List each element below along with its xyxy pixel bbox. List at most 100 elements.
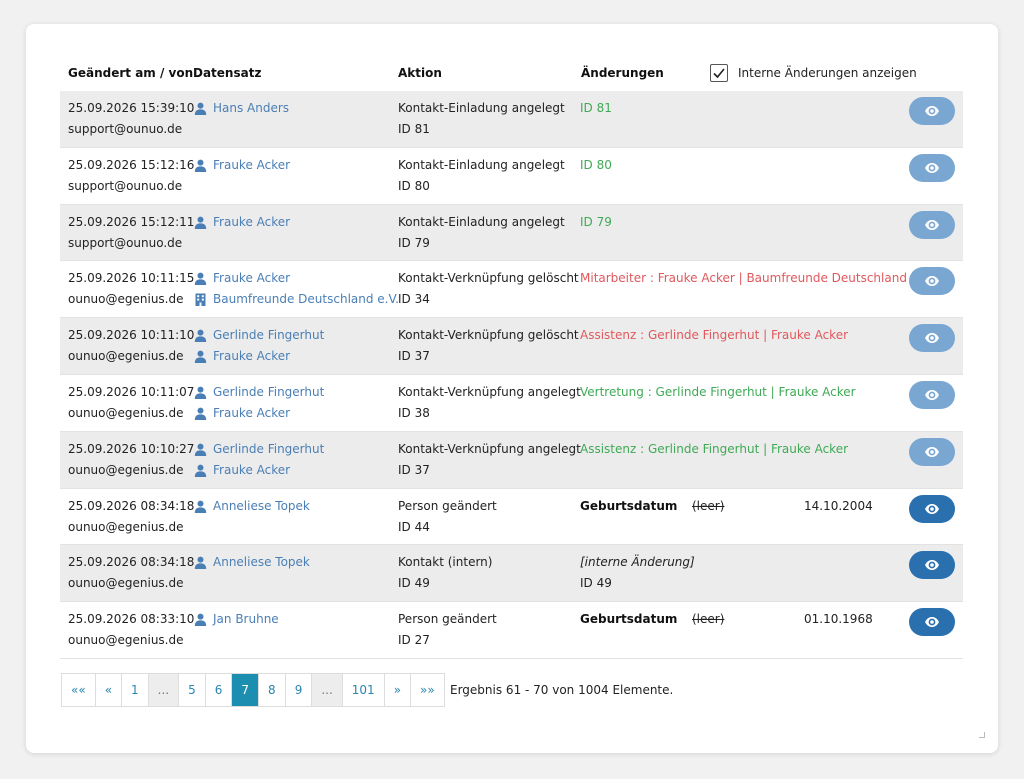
changed-cell: 25.09.2026 08:34:18 ounuo@egenius.de [68,496,194,538]
record-name[interactable]: Frauke Acker [213,212,290,233]
record-name[interactable]: Gerlinde Fingerhut [213,325,324,346]
diff-new-value: 01.10.1968 [804,612,873,627]
person-icon [194,386,207,399]
action-text: Kontakt-Einladung angelegt [398,157,565,172]
action-cell: Kontakt-Einladung angelegt ID 80 [398,155,565,197]
pagination-info: Ergebnis 61 - 70 von 1004 Elemente. [450,683,674,697]
change-user: ounuo@egenius.de [68,405,184,420]
record-link[interactable]: Frauke Acker [194,268,399,289]
change-user: support@ounuo.de [68,178,183,193]
record-link[interactable]: Jan Bruhne [194,609,279,630]
page-link[interactable]: 1 [122,674,149,706]
record-cell: Hans Anders [194,98,289,119]
record-name[interactable]: Hans Anders [213,98,289,119]
record-link[interactable]: Frauke Acker [194,460,324,481]
action-text: Kontakt-Einladung angelegt [398,214,565,229]
diff-new-value: 14.10.2004 [804,498,873,513]
change-date: 25.09.2026 15:12:11 [68,214,195,229]
view-details-button[interactable] [909,437,955,466]
change-date: 25.09.2026 10:10:27 [68,441,195,456]
action-cell: Person geändert ID 27 [398,609,497,651]
page-link[interactable]: »» [411,674,444,706]
record-link[interactable]: Gerlinde Fingerhut [194,325,324,346]
change-user: support@ounuo.de [68,235,183,250]
person-icon [194,216,207,229]
record-name[interactable]: Frauke Acker [213,460,290,481]
page-link[interactable]: 101 [342,674,385,706]
record-link[interactable]: Frauke Acker [194,212,290,233]
page-link[interactable]: 9 [285,674,313,706]
change-text: Mitarbeiter : Frauke Acker | Baumfreunde… [580,271,933,286]
eye-icon [925,389,939,400]
page-link[interactable]: 5 [179,674,206,706]
diff-old-value: (leer) [692,612,725,627]
record-link[interactable]: Hans Anders [194,98,289,119]
record-name[interactable]: Frauke Acker [213,155,290,176]
view-details-button[interactable] [909,97,955,125]
record-cell: Anneliese Topek [194,552,310,573]
record-link[interactable]: Anneliese Topek [194,552,310,573]
view-details-button[interactable] [909,551,955,580]
record-cell: Frauke Acker [194,155,290,176]
view-details-button[interactable] [909,324,955,353]
record-link[interactable]: Frauke Acker [194,403,324,424]
internal-changes-toggle[interactable]: Interne Änderungen anzeigen [710,64,917,82]
page-link[interactable]: 8 [259,674,286,706]
action-cell: Kontakt-Einladung angelegt ID 79 [398,212,565,254]
person-icon [194,613,207,627]
record-name[interactable]: Frauke Acker [213,346,290,367]
record-name[interactable]: Baumfreunde Deutschland e.V. [213,289,399,310]
record-name[interactable]: Anneliese Topek [213,496,310,517]
record-name[interactable]: Frauke Acker [213,268,290,289]
record-name[interactable]: Gerlinde Fingerhut [213,439,324,460]
change-date: 25.09.2026 15:39:10 [68,101,195,115]
change-date: 25.09.2026 15:12:16 [68,157,195,172]
resize-handle [979,732,985,738]
changes-cell: [interne Änderung] ID 49 [580,552,695,594]
view-details-button[interactable] [909,608,955,637]
table-row: 25.09.2026 10:11:07 ounuo@egenius.de Gerli… [60,375,963,432]
person-icon [194,500,207,513]
record-link[interactable]: Baumfreunde Deutschland e.V. [194,289,399,310]
view-details-button[interactable] [909,380,955,409]
record-link[interactable]: Gerlinde Fingerhut [194,382,324,403]
change-user: ounuo@egenius.de [68,292,184,307]
table-row: 25.09.2026 08:33:10 ounuo@egenius.de Jan B… [60,602,963,659]
record-name[interactable]: Frauke Acker [213,403,290,424]
record-name[interactable]: Jan Bruhne [213,609,279,630]
view-details-button[interactable] [909,494,955,523]
changed-cell: 25.09.2026 10:10:27 ounuo@egenius.de [68,439,194,481]
person-icon [194,464,207,477]
changes-cell: Vertretung : Gerlinde Fingerhut | Frauke… [580,382,856,403]
change-text: Assistenz : Gerlinde Fingerhut | Frauke … [580,441,849,456]
record-name[interactable]: Anneliese Topek [213,552,310,573]
record-link[interactable]: Anneliese Topek [194,496,310,517]
page-link[interactable]: «« [62,674,96,706]
eye-icon [925,560,939,571]
record-link[interactable]: Frauke Acker [194,155,290,176]
changes-cell: Mitarbeiter : Frauke Acker | Baumfreunde… [580,268,932,289]
table-row: 25.09.2026 15:12:11 support@ounuo.de Frauk… [60,204,963,262]
record-name[interactable]: Gerlinde Fingerhut [213,382,324,403]
page-link[interactable]: » [384,674,412,706]
person-icon [194,443,207,456]
change-user: ounuo@egenius.de [68,349,184,364]
changes-cell: ID 81 [580,98,612,119]
action-id: ID 44 [398,519,430,534]
page-link[interactable]: « [95,674,123,706]
change-user: ounuo@egenius.de [68,519,184,534]
action-id: ID 38 [398,405,430,420]
view-details-button[interactable] [909,210,955,239]
table-row: 25.09.2026 15:12:16 support@ounuo.de Frauk… [60,148,963,205]
diff-field: Geburtsdatum [580,498,678,513]
record-link[interactable]: Frauke Acker [194,346,324,367]
person-icon [194,102,207,115]
action-id: ID 27 [398,633,430,648]
page-link[interactable]: 6 [205,674,233,706]
record-cell: Frauke Acker [194,212,290,233]
page-link[interactable]: 7 [232,674,260,706]
view-details-button[interactable] [909,153,955,182]
record-link[interactable]: Gerlinde Fingerhut [194,439,324,460]
view-details-button[interactable] [909,267,955,296]
internal-changes-checkbox[interactable] [710,64,728,82]
